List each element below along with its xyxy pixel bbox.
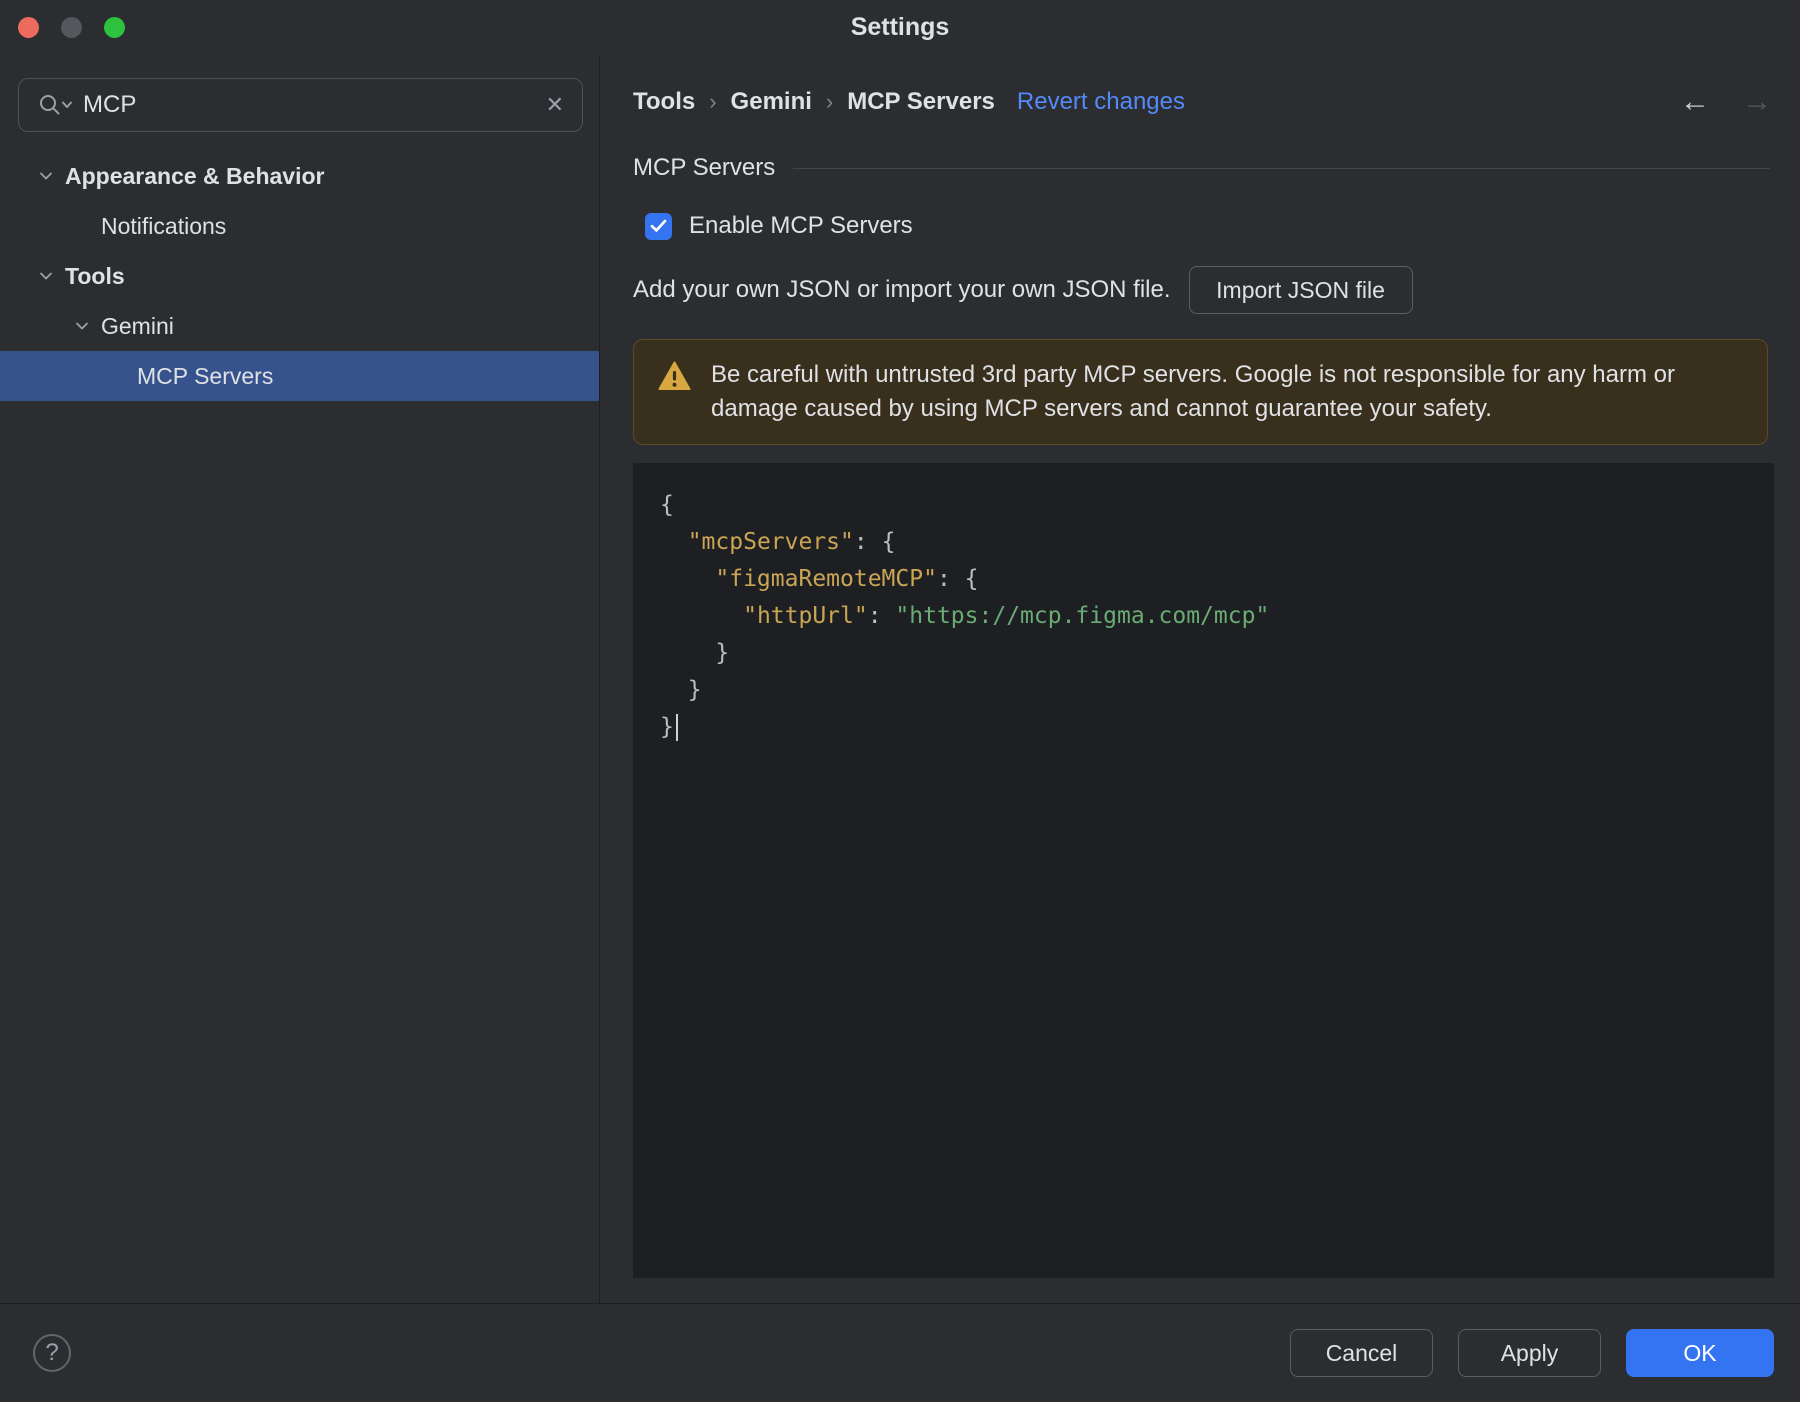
sidebar-item-label: Appearance & Behavior xyxy=(65,162,325,189)
cancel-button[interactable]: Cancel xyxy=(1290,1329,1433,1377)
back-arrow-icon[interactable]: ← xyxy=(1680,87,1710,117)
settings-tree: Appearance & Behavior Notifications Tools G… xyxy=(0,151,599,401)
search-input[interactable] xyxy=(83,91,546,119)
section-header: MCP Servers xyxy=(633,152,1770,184)
enable-mcp-checkbox[interactable] xyxy=(645,212,672,240)
code-line: } xyxy=(660,677,702,703)
chevron-down-icon[interactable] xyxy=(38,168,65,184)
code-line: "figmaRemoteMCP": { xyxy=(715,566,979,592)
sidebar-item-tools[interactable]: Tools xyxy=(0,251,599,301)
sidebar-item-label: Tools xyxy=(65,262,125,289)
zoom-button[interactable] xyxy=(104,17,125,38)
sidebar-item-label: Notifications xyxy=(101,212,227,239)
minimize-button[interactable] xyxy=(61,17,82,38)
checkmark-icon xyxy=(650,219,667,232)
breadcrumb-separator: › xyxy=(709,89,717,114)
sidebar-item-notifications[interactable]: Notifications xyxy=(0,201,599,251)
import-description: Add your own JSON or import your own JSO… xyxy=(633,276,1171,303)
chevron-down-icon[interactable] xyxy=(74,318,101,334)
warning-banner: Be careful with untrusted 3rd party MCP … xyxy=(633,339,1768,445)
import-json-button[interactable]: Import JSON file xyxy=(1188,266,1413,314)
sidebar-item-appearance-behavior[interactable]: Appearance & Behavior xyxy=(0,151,599,201)
breadcrumb: Tools › Gemini › MCP Servers Revert chan… xyxy=(633,84,1772,120)
window-title: Settings xyxy=(850,13,950,41)
revert-changes-link[interactable]: Revert changes xyxy=(1017,88,1185,116)
window-controls xyxy=(18,17,125,38)
section-divider xyxy=(793,167,1770,169)
footer: ? Cancel Apply OK xyxy=(0,1303,1800,1402)
warning-icon xyxy=(658,361,691,396)
titlebar: Settings xyxy=(0,0,1800,55)
breadcrumb-item-gemini[interactable]: Gemini xyxy=(731,88,812,116)
footer-buttons: Cancel Apply OK xyxy=(1290,1329,1774,1377)
sidebar-item-gemini[interactable]: Gemini xyxy=(0,301,599,351)
json-editor[interactable]: { "mcpServers": { "figmaRemoteMCP": { "h… xyxy=(633,463,1774,1278)
code-line: "mcpServers": { xyxy=(687,529,896,555)
ok-button[interactable]: OK xyxy=(1626,1329,1774,1377)
forward-arrow-icon[interactable]: → xyxy=(1742,87,1772,117)
breadcrumb-item-mcp-servers[interactable]: MCP Servers xyxy=(847,88,995,116)
breadcrumb-separator: › xyxy=(825,89,834,114)
json-editor-code: { "mcpServers": { "figmaRemoteMCP": { "h… xyxy=(660,487,1754,746)
text-caret xyxy=(675,714,678,741)
search-field[interactable]: ✕ xyxy=(18,78,583,132)
help-button[interactable]: ? xyxy=(33,1334,71,1372)
section-title: MCP Servers xyxy=(633,154,776,181)
search-icon xyxy=(37,92,73,118)
code-line: } xyxy=(660,709,1754,746)
close-button[interactable] xyxy=(18,17,39,38)
enable-mcp-label: Enable MCP Servers xyxy=(689,212,913,239)
sidebar: ✕ Appearance & Behavior Notifications Tool… xyxy=(0,55,600,1303)
breadcrumb-item-tools[interactable]: Tools xyxy=(633,88,695,116)
enable-mcp-row: Enable MCP Servers xyxy=(645,212,913,240)
history-nav: ← → xyxy=(1680,87,1772,117)
code-line: { xyxy=(660,492,674,518)
sidebar-item-label: Gemini xyxy=(101,312,174,339)
apply-button[interactable]: Apply xyxy=(1458,1329,1601,1377)
import-row: Add your own JSON or import your own JSO… xyxy=(633,265,1766,315)
clear-search-icon[interactable]: ✕ xyxy=(546,92,564,118)
sidebar-item-mcp-servers[interactable]: MCP Servers xyxy=(0,351,599,401)
warning-text: Be careful with untrusted 3rd party MCP … xyxy=(711,361,1675,422)
chevron-down-icon[interactable] xyxy=(38,268,65,284)
code-line: "httpUrl": "https://mcp.figma.com/mcp" xyxy=(743,603,1270,629)
sidebar-item-label: MCP Servers xyxy=(137,362,274,389)
code-line: } xyxy=(660,640,730,666)
